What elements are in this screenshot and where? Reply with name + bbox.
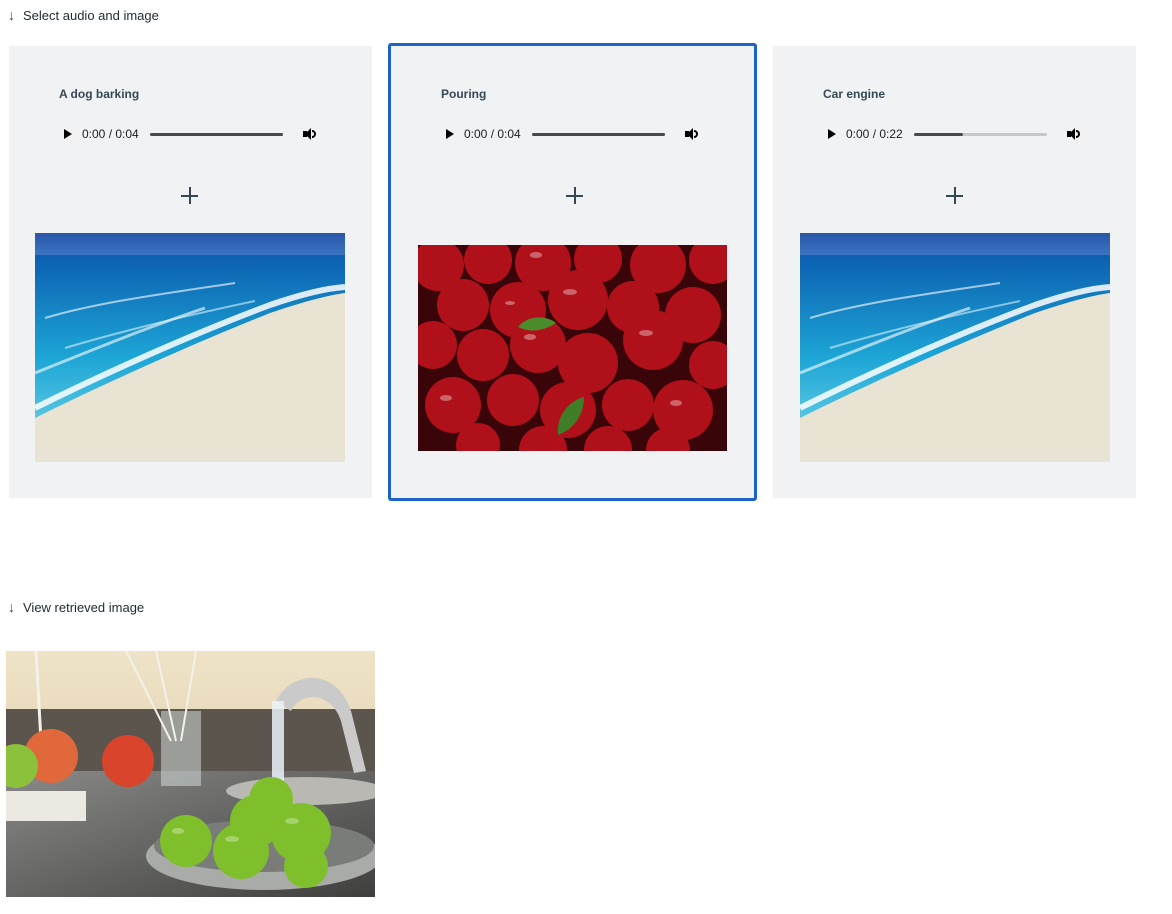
audio-player: 0:00 / 0:22: [823, 122, 1093, 146]
plus-icon: [566, 187, 583, 204]
volume-icon[interactable]: [685, 128, 699, 140]
select-section-label: Select audio and image: [23, 7, 159, 23]
arrow-down-icon: ↓: [8, 599, 15, 615]
beach-image: [35, 233, 345, 462]
red-apples-image: [418, 245, 727, 451]
result-section-header: ↓ View retrieved image: [8, 599, 144, 615]
plus-icon: [946, 187, 963, 204]
play-icon[interactable]: [64, 129, 72, 139]
beach-image: [800, 233, 1110, 462]
volume-icon[interactable]: [1067, 128, 1081, 140]
audio-progress-bar[interactable]: [532, 132, 665, 136]
audio-progress-bar[interactable]: [150, 132, 283, 136]
volume-icon[interactable]: [303, 128, 317, 140]
card-title: Car engine: [823, 87, 886, 101]
plus-icon: [181, 187, 198, 204]
select-section-header: ↓ Select audio and image: [8, 7, 159, 23]
play-icon[interactable]: [828, 129, 836, 139]
card-title: A dog barking: [59, 87, 140, 101]
arrow-down-icon: ↓: [8, 7, 15, 23]
audio-time: 0:00 / 0:04: [464, 127, 521, 141]
result-section-label: View retrieved image: [23, 599, 145, 615]
retrieved-image: [6, 651, 375, 897]
play-icon[interactable]: [446, 129, 454, 139]
audio-time: 0:00 / 0:04: [82, 127, 139, 141]
audio-image-card-car-engine[interactable]: Car engine 0:00 / 0:22: [773, 46, 1136, 498]
audio-time: 0:00 / 0:22: [846, 127, 903, 141]
audio-progress-bar[interactable]: [914, 132, 1047, 136]
audio-player: 0:00 / 0:04: [59, 122, 329, 146]
audio-image-card-pouring[interactable]: Pouring 0:00 / 0:04: [388, 43, 757, 501]
audio-player: 0:00 / 0:04: [441, 122, 711, 146]
audio-image-card-dog[interactable]: A dog barking 0:00 / 0:04: [9, 46, 372, 498]
card-title: Pouring: [441, 87, 487, 101]
